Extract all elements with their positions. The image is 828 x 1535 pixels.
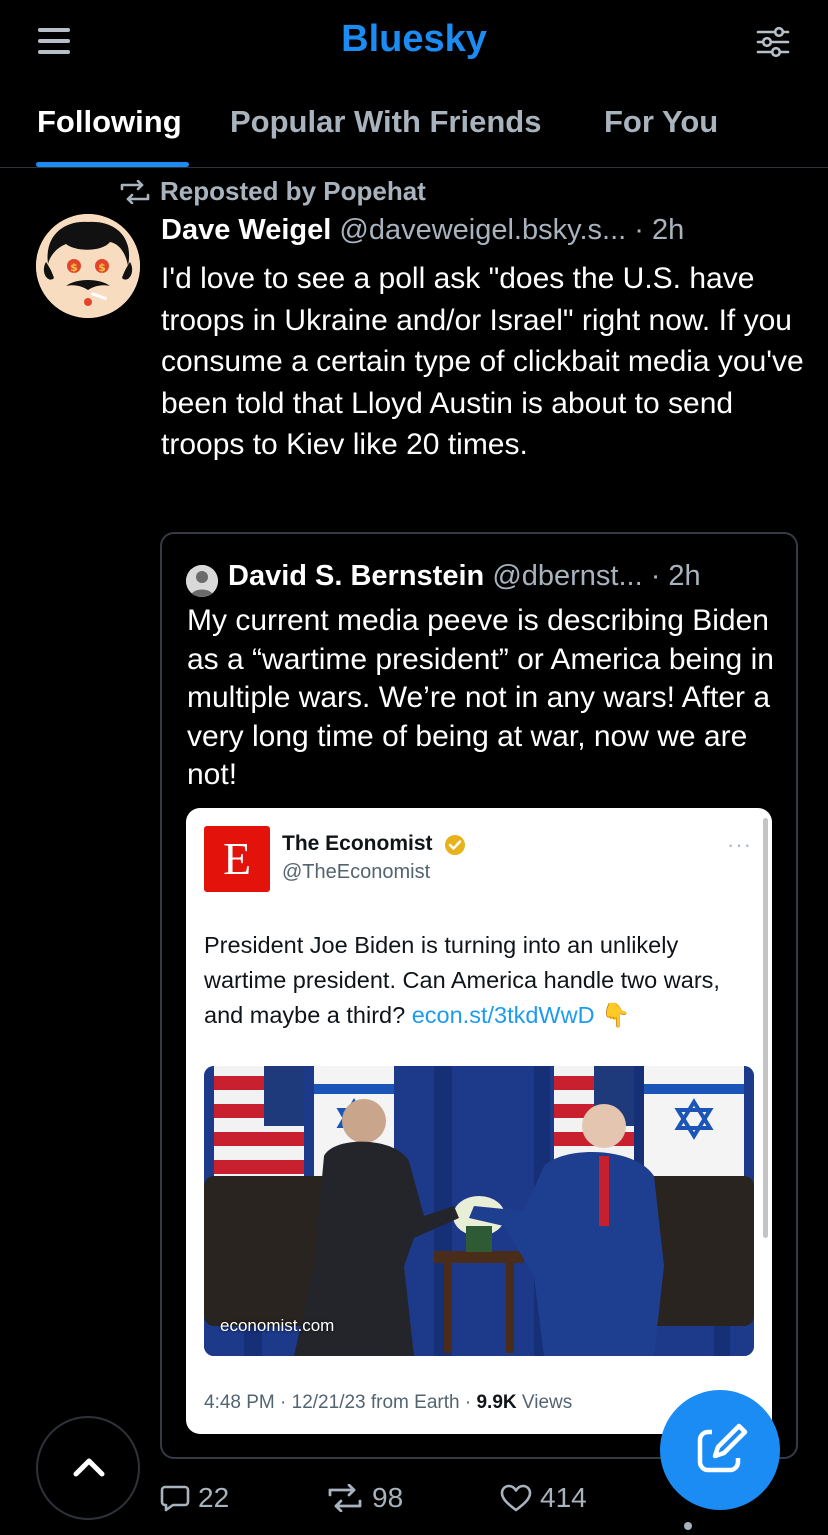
author-avatar-illustration: $ $ — [36, 214, 140, 318]
more-options-icon[interactable] — [684, 1522, 692, 1530]
tab-for-you[interactable]: For You — [604, 104, 718, 140]
quoted-author-handle[interactable]: @dbernst... — [492, 560, 642, 592]
pointing-down-icon: 👇 — [601, 1002, 631, 1028]
like-button[interactable]: 414 — [500, 1482, 587, 1514]
repost-label: Reposted by Popehat — [160, 176, 426, 206]
author-name[interactable]: Dave Weigel — [161, 214, 331, 246]
embed-photo: economist.com — [204, 1066, 754, 1356]
verified-badge-icon — [445, 835, 465, 855]
economist-logo: E — [204, 826, 270, 892]
author-handle[interactable]: @daveweigel.bsky.s... — [339, 214, 626, 246]
repost-icon — [120, 179, 150, 204]
embed-account-handle: @TheEconomist — [282, 861, 431, 883]
compose-button[interactable] — [660, 1390, 780, 1510]
post-header: Dave Weigel @daveweigel.bsky.s... · 2h — [161, 214, 684, 247]
scroll-to-top-button[interactable] — [36, 1416, 140, 1520]
embed-account-name: The Economist — [282, 832, 433, 855]
svg-text:$: $ — [98, 261, 106, 274]
reply-icon — [160, 1485, 190, 1512]
tab-popular-with-friends[interactable]: Popular With Friends — [230, 104, 541, 140]
post-text: I'd love to see a poll ask "does the U.S… — [161, 262, 804, 461]
embed-tweet-text: President Joe Biden is turning into an u… — [204, 932, 720, 1028]
feed-tabs: Following Popular With Friends For You — [0, 100, 828, 168]
active-tab-indicator — [36, 162, 189, 167]
like-count: 414 — [540, 1482, 587, 1513]
sliders-icon[interactable] — [756, 26, 790, 58]
repost-icon — [328, 1484, 362, 1512]
embed-link: econ.st/3tkdWwD — [411, 1002, 595, 1028]
quoted-author-name[interactable]: David S. Bernstein — [228, 560, 484, 592]
heart-icon — [500, 1484, 532, 1512]
app-title: Bluesky — [341, 18, 487, 60]
tab-following[interactable]: Following — [37, 104, 182, 140]
quoted-post-timestamp: · 2h — [650, 560, 701, 592]
quoted-post-text: My current media peeve is describing Bid… — [187, 604, 774, 791]
quoted-post-card[interactable]: David S. Bernstein @dbernst... · 2h My c… — [160, 532, 798, 1459]
chevron-up-icon — [73, 1458, 105, 1477]
avatar[interactable]: $ $ — [36, 214, 140, 318]
reply-button[interactable]: 22 — [160, 1482, 229, 1514]
more-options-icon: ··· — [727, 832, 752, 857]
quoted-post-header: David S. Bernstein @dbernst... · 2h — [228, 560, 701, 593]
svg-text:$: $ — [70, 261, 78, 274]
post-timestamp: · 2h — [634, 214, 685, 246]
photo-source-label: economist.com — [220, 1316, 335, 1335]
reply-count: 22 — [198, 1482, 230, 1513]
quoted-author-avatar — [186, 565, 218, 597]
embedded-screenshot-image[interactable]: E The Economist @TheEconomist ··· Presid… — [186, 808, 772, 1434]
embed-footer: 4:48 PM · 12/21/23 from Earth · 9.9K Vie… — [204, 1392, 573, 1413]
repost-indicator[interactable]: Reposted by Popehat — [118, 176, 426, 207]
repost-count: 98 — [372, 1482, 404, 1513]
embed-scrollbar — [763, 818, 768, 1238]
repost-button[interactable]: 98 — [326, 1482, 403, 1514]
compose-icon — [697, 1423, 748, 1473]
